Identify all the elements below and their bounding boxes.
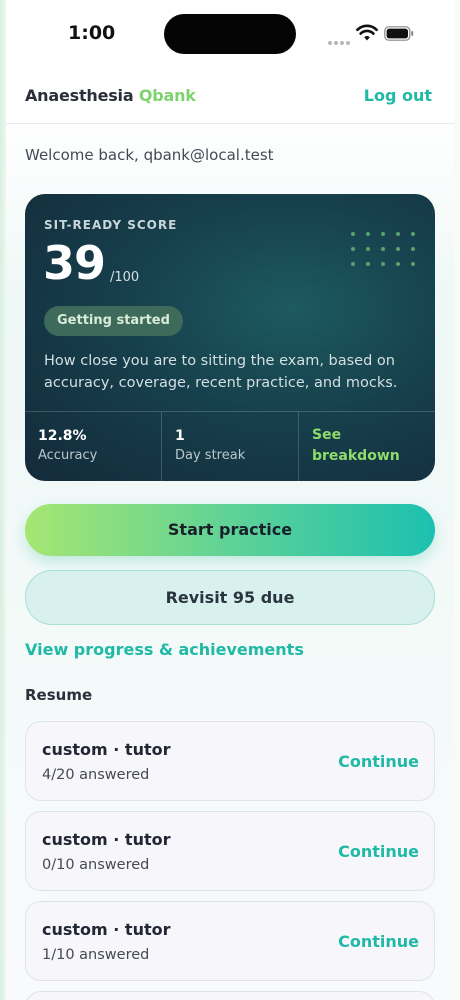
stat-label: Day streak: [175, 448, 246, 463]
app-screen: 1:00 Anaesthesia Qbank Log out Welcome b…: [6, 0, 454, 1000]
welcome-message: Welcome back, qbank@local.test: [25, 146, 274, 164]
stat-day-streak: 1 Day streak: [162, 412, 299, 481]
status-time: 1:00: [68, 22, 116, 44]
score-card-label: SIT-READY SCORE: [44, 218, 178, 232]
stat-value: 12.8%: [38, 428, 87, 444]
resume-item-progress: 0/10 answered: [42, 857, 150, 873]
brand-name: Anaesthesia: [25, 86, 134, 105]
resume-item-title: custom · tutor: [42, 920, 171, 939]
score-description: How close you are to sitting the exam, b…: [44, 353, 398, 391]
continue-button[interactable]: Continue: [338, 752, 419, 771]
brand-logo[interactable]: Anaesthesia Qbank: [25, 86, 196, 105]
resume-item[interactable]: custom · tutor 4/20 answered Continue: [25, 721, 435, 801]
resume-item[interactable]: custom · tutor 0/10 answered Continue: [25, 811, 435, 891]
logout-link[interactable]: Log out: [364, 86, 432, 105]
resume-item-title: custom · tutor: [42, 830, 171, 849]
sit-ready-score-card: SIT-READY SCORE 39 /100 Getting started …: [25, 194, 435, 481]
signal-dots-icon: [328, 30, 352, 45]
app-header: Anaesthesia Qbank Log out: [6, 62, 454, 124]
stat-label: Accuracy: [38, 448, 98, 463]
resume-item-title: custom · tutor: [42, 740, 171, 759]
stat-breakdown: See breakdown: [299, 412, 435, 481]
wifi-icon: [356, 24, 378, 41]
status-bar: 1:00: [6, 0, 454, 62]
resume-heading: Resume: [25, 686, 93, 704]
stat-value: 1: [175, 428, 185, 444]
resume-item-progress: 1/10 answered: [42, 947, 150, 963]
start-practice-button[interactable]: Start practice: [25, 504, 435, 556]
dynamic-island: [164, 14, 296, 54]
battery-icon: [384, 26, 414, 41]
view-progress-link[interactable]: View progress & achievements: [25, 640, 304, 659]
see-breakdown-link[interactable]: See breakdown: [312, 425, 412, 467]
stat-accuracy: 12.8% Accuracy: [25, 412, 162, 481]
decorative-dot-grid-icon: [351, 232, 421, 272]
brand-accent: Qbank: [138, 86, 196, 105]
score-max: /100: [110, 270, 140, 285]
status-badge: Getting started: [44, 306, 183, 336]
continue-button[interactable]: Continue: [338, 932, 419, 951]
resume-item-partial[interactable]: [25, 991, 435, 1000]
revisit-due-button[interactable]: Revisit 95 due: [25, 570, 435, 625]
score-value: 39: [43, 236, 106, 290]
continue-button[interactable]: Continue: [338, 842, 419, 861]
score-stats-row: 12.8% Accuracy 1 Day streak See breakdow…: [25, 411, 435, 481]
resume-item-progress: 4/20 answered: [42, 767, 150, 783]
resume-item[interactable]: custom · tutor 1/10 answered Continue: [25, 901, 435, 981]
